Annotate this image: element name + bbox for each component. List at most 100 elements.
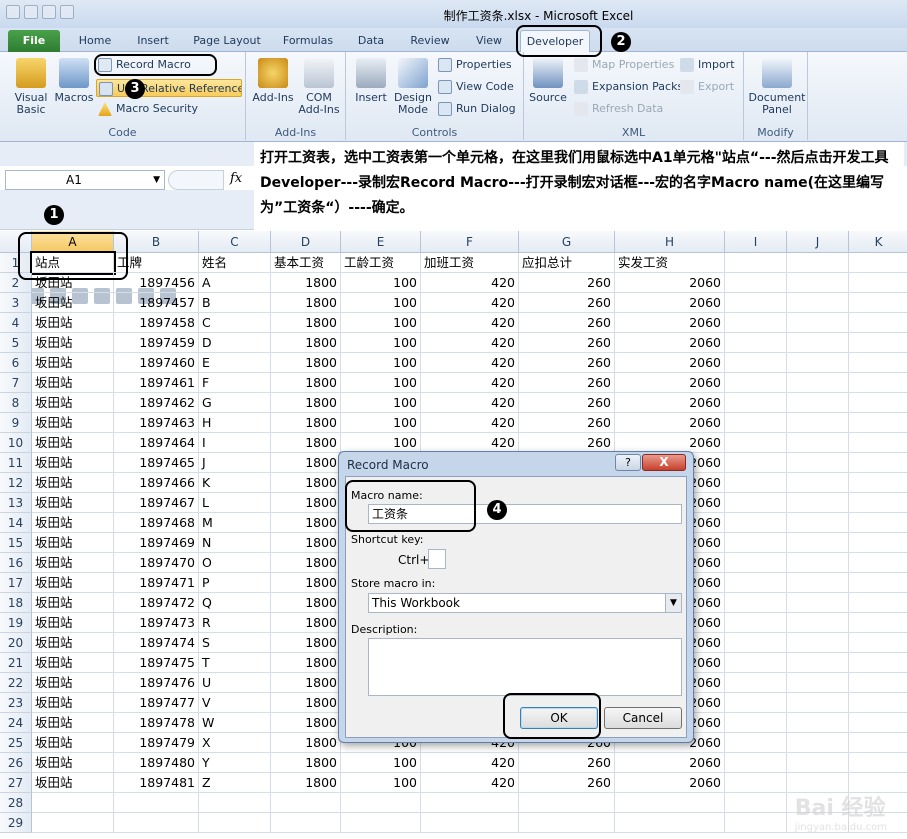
table-cell[interactable]: 420 — [421, 313, 519, 333]
table-cell[interactable] — [849, 493, 907, 513]
table-cell[interactable]: 100 — [341, 413, 421, 433]
refresh-data-button[interactable]: Refresh Data — [572, 100, 663, 118]
table-cell[interactable] — [725, 453, 787, 473]
row-header[interactable]: 19 — [0, 613, 32, 633]
table-cell[interactable]: 坂田站 — [32, 673, 114, 693]
table-cell[interactable]: 1897471 — [114, 573, 199, 593]
row-header[interactable]: 6 — [0, 353, 32, 373]
table-cell[interactable]: 1800 — [271, 633, 341, 653]
table-cell[interactable]: 260 — [519, 273, 615, 293]
table-cell[interactable] — [725, 353, 787, 373]
table-cell[interactable]: I — [199, 433, 271, 453]
table-cell[interactable]: 260 — [519, 353, 615, 373]
row-header[interactable]: 14 — [0, 513, 32, 533]
tab-page-layout[interactable]: Page Layout — [186, 30, 268, 52]
table-cell[interactable]: 420 — [421, 353, 519, 373]
store-macro-select[interactable]: This Workbook ▼ — [368, 593, 682, 613]
table-cell[interactable]: 1897465 — [114, 453, 199, 473]
table-cell[interactable]: 坂田站 — [32, 553, 114, 573]
table-cell[interactable]: 1800 — [271, 653, 341, 673]
properties-button[interactable]: Properties — [436, 56, 512, 74]
table-cell[interactable]: 1897464 — [114, 433, 199, 453]
table-cell[interactable]: 1800 — [271, 493, 341, 513]
table-cell[interactable]: 坂田站 — [32, 633, 114, 653]
table-cell[interactable]: X — [199, 733, 271, 753]
table-cell[interactable]: 坂田站 — [32, 413, 114, 433]
visual-basic-button[interactable]: Visual Basic — [8, 58, 54, 116]
table-cell[interactable] — [725, 573, 787, 593]
table-cell[interactable] — [519, 793, 615, 813]
table-cell[interactable] — [787, 593, 849, 613]
table-cell[interactable] — [787, 433, 849, 453]
table-cell[interactable]: 坂田站 — [32, 573, 114, 593]
header-cell[interactable] — [849, 253, 907, 273]
table-cell[interactable]: 420 — [421, 413, 519, 433]
chevron-down-icon[interactable]: ▼ — [153, 171, 160, 189]
table-cell[interactable]: 坂田站 — [32, 373, 114, 393]
macros-button[interactable]: Macros — [54, 58, 94, 104]
table-cell[interactable]: 100 — [341, 353, 421, 373]
table-cell[interactable] — [725, 813, 787, 833]
close-button[interactable]: X — [642, 454, 686, 471]
table-cell[interactable]: 坂田站 — [32, 593, 114, 613]
table-cell[interactable]: 420 — [421, 293, 519, 313]
table-cell[interactable]: 1800 — [271, 673, 341, 693]
table-cell[interactable] — [725, 693, 787, 713]
table-cell[interactable] — [787, 493, 849, 513]
row-header[interactable]: 21 — [0, 653, 32, 673]
table-cell[interactable] — [787, 613, 849, 633]
table-cell[interactable]: 2060 — [615, 313, 725, 333]
table-cell[interactable]: 420 — [421, 273, 519, 293]
description-input[interactable] — [368, 638, 682, 696]
table-cell[interactable]: 1800 — [271, 353, 341, 373]
table-cell[interactable] — [725, 473, 787, 493]
table-cell[interactable] — [725, 713, 787, 733]
table-cell[interactable] — [341, 793, 421, 813]
table-cell[interactable]: 420 — [421, 433, 519, 453]
table-cell[interactable] — [725, 753, 787, 773]
expansion-packs-button[interactable]: Expansion Packs — [572, 78, 683, 96]
table-cell[interactable]: 1897479 — [114, 733, 199, 753]
table-cell[interactable]: 260 — [519, 313, 615, 333]
table-cell[interactable] — [725, 313, 787, 333]
table-cell[interactable]: 坂田站 — [32, 333, 114, 353]
table-cell[interactable]: Z — [199, 773, 271, 793]
table-cell[interactable]: 1800 — [271, 533, 341, 553]
table-cell[interactable]: K — [199, 473, 271, 493]
table-cell[interactable]: 1897463 — [114, 413, 199, 433]
table-cell[interactable]: L — [199, 493, 271, 513]
table-cell[interactable] — [725, 653, 787, 673]
table-cell[interactable]: W — [199, 713, 271, 733]
table-cell[interactable] — [725, 513, 787, 533]
table-cell[interactable] — [849, 433, 907, 453]
insert-control-button[interactable]: Insert — [350, 58, 392, 104]
map-properties-button[interactable]: Map Properties — [572, 56, 674, 74]
table-cell[interactable] — [849, 393, 907, 413]
table-cell[interactable]: 2060 — [615, 393, 725, 413]
column-header[interactable]: G — [519, 231, 615, 253]
header-cell[interactable]: 工龄工资 — [341, 253, 421, 273]
table-cell[interactable]: 420 — [421, 773, 519, 793]
table-cell[interactable] — [341, 813, 421, 833]
table-cell[interactable] — [725, 593, 787, 613]
help-button[interactable]: ? — [615, 454, 641, 471]
table-cell[interactable]: 1800 — [271, 733, 341, 753]
table-cell[interactable] — [849, 573, 907, 593]
table-cell[interactable]: 1897458 — [114, 313, 199, 333]
table-cell[interactable]: P — [199, 573, 271, 593]
table-cell[interactable] — [849, 313, 907, 333]
table-cell[interactable]: 坂田站 — [32, 433, 114, 453]
table-cell[interactable] — [725, 673, 787, 693]
table-cell[interactable]: U — [199, 673, 271, 693]
table-cell[interactable] — [32, 813, 114, 833]
table-cell[interactable]: 坂田站 — [32, 693, 114, 713]
table-cell[interactable]: H — [199, 413, 271, 433]
table-cell[interactable]: 1800 — [271, 613, 341, 633]
table-cell[interactable]: 1897460 — [114, 353, 199, 373]
table-cell[interactable]: 1800 — [271, 413, 341, 433]
table-cell[interactable] — [849, 293, 907, 313]
table-cell[interactable] — [725, 333, 787, 353]
table-cell[interactable] — [787, 453, 849, 473]
table-cell[interactable] — [849, 673, 907, 693]
table-cell[interactable]: 2060 — [615, 773, 725, 793]
